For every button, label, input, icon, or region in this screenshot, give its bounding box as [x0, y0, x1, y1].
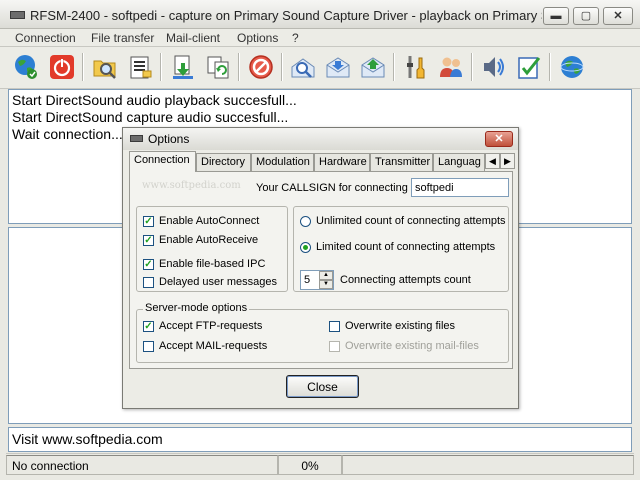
send-mail-icon[interactable] [357, 51, 389, 83]
attempts-count-label: Connecting attempts count [340, 274, 471, 286]
overwrite-files-label: Overwrite existing files [345, 320, 456, 332]
enable-ipc-option[interactable]: ✓ Enable file-based IPC [143, 258, 265, 270]
internet-globe-icon[interactable] [556, 51, 588, 83]
tab-transmitter[interactable]: Transmitter [370, 153, 433, 171]
connection-status: No connection [6, 455, 278, 475]
delayed-messages-option[interactable]: Delayed user messages [143, 276, 277, 288]
file-list-icon[interactable] [124, 51, 156, 83]
tab-modulation[interactable]: Modulation [251, 153, 314, 171]
dialog-titlebar[interactable]: Options ✕ [123, 128, 518, 150]
receive-mail-icon[interactable] [322, 51, 354, 83]
search-mail-icon[interactable] [287, 51, 319, 83]
limited-attempts-label: Limited count of connecting attempts [316, 241, 496, 253]
app-icon [10, 11, 25, 19]
attempts-value[interactable]: 5 [304, 274, 310, 286]
auto-options-group: ✓ Enable AutoConnect ✓ Enable AutoReceiv… [136, 206, 288, 292]
accept-ftp-option[interactable]: ✓ Accept FTP-requests [143, 320, 262, 332]
stepper-up-icon[interactable]: ▲ [319, 271, 333, 280]
softpedia-watermark: www.softpedia.com [142, 180, 241, 191]
overwrite-files-checkbox[interactable] [329, 320, 340, 332]
callsign-label: Your CALLSIGN for connecting [256, 182, 408, 194]
menu-help[interactable]: ? [292, 31, 299, 45]
enable-autoconnect-label: Enable AutoConnect [159, 215, 260, 227]
window-title: RFSM-2400 - softpedi - capture on Primar… [30, 8, 542, 23]
settings-icon[interactable] [400, 51, 432, 83]
tab-hardware[interactable]: Hardware [314, 153, 370, 171]
power-icon[interactable] [46, 51, 78, 83]
enable-autoreceive-label: Enable AutoReceive [159, 234, 259, 246]
toolbar-separator [238, 53, 240, 81]
dialog-title: Options [148, 132, 190, 146]
options-dialog: Options ✕ Connection Directory Modulatio… [122, 127, 519, 409]
accept-ftp-label: Accept FTP-requests [159, 320, 263, 332]
unlimited-attempts-radio[interactable] [300, 215, 311, 227]
enable-autoreceive-checkbox[interactable]: ✓ [143, 234, 154, 246]
log-line: Start DirectSound audio playback succesf… [12, 92, 297, 108]
overwrite-mail-option: Overwrite existing mail-files [329, 340, 479, 352]
limited-attempts-radio[interactable] [300, 241, 311, 253]
overwrite-mail-label: Overwrite existing mail-files [345, 340, 479, 352]
delayed-messages-checkbox[interactable] [143, 276, 154, 288]
stepper-down-icon[interactable]: ▼ [319, 280, 333, 289]
refresh-icon[interactable] [202, 51, 234, 83]
progress-status: 0% [278, 455, 342, 475]
status-empty-cell [342, 455, 634, 475]
visit-link-text[interactable]: Visit www.softpedia.com [8, 427, 632, 452]
accept-ftp-checkbox[interactable]: ✓ [143, 320, 154, 332]
callsign-input[interactable] [411, 178, 509, 197]
menu-file-transfer[interactable]: File transfer [91, 31, 154, 45]
enable-autoconnect-option[interactable]: ✓ Enable AutoConnect [143, 215, 259, 227]
minimize-button[interactable]: ▬ [543, 7, 569, 25]
accept-mail-checkbox[interactable] [143, 340, 154, 352]
toolbar-separator [160, 53, 162, 81]
tab-connection[interactable]: Connection [129, 151, 196, 172]
window-titlebar[interactable]: RFSM-2400 - softpedi - capture on Primar… [0, 0, 640, 29]
users-icon[interactable] [435, 51, 467, 83]
enable-autoreceive-option[interactable]: ✓ Enable AutoReceive [143, 234, 258, 246]
maximize-button[interactable]: ▢ [573, 7, 599, 25]
tab-scroll-right-icon[interactable]: ▶ [500, 153, 515, 169]
connection-tab-panel: www.softpedia.com Your CALLSIGN for conn… [129, 171, 513, 369]
enable-ipc-label: Enable file-based IPC [159, 258, 266, 270]
unlimited-attempts-label: Unlimited count of connecting attempts [316, 215, 506, 227]
overwrite-files-option[interactable]: Overwrite existing files [329, 320, 455, 332]
check-list-icon[interactable] [513, 51, 545, 83]
stop-icon[interactable] [245, 51, 277, 83]
accept-mail-label: Accept MAIL-requests [159, 340, 268, 352]
dialog-icon [130, 135, 143, 142]
download-icon[interactable] [167, 51, 199, 83]
tab-directory[interactable]: Directory [196, 153, 251, 171]
toolbar [0, 47, 640, 89]
delayed-messages-label: Delayed user messages [159, 276, 278, 288]
globe-connect-icon[interactable] [10, 51, 42, 83]
unlimited-attempts-option[interactable]: Unlimited count of connecting attempts [300, 215, 506, 227]
toolbar-separator [549, 53, 551, 81]
limited-attempts-option[interactable]: Limited count of connecting attempts [300, 241, 495, 253]
dialog-close-button[interactable]: ✕ [485, 131, 513, 147]
open-folder-icon[interactable] [89, 51, 121, 83]
menu-mail-client[interactable]: Mail-client [166, 31, 220, 45]
tab-language[interactable]: Languag [433, 153, 485, 171]
tab-scroll-left-icon[interactable]: ◀ [485, 153, 500, 169]
toolbar-separator [82, 53, 84, 81]
close-button[interactable]: Close [286, 375, 359, 398]
enable-autoconnect-checkbox[interactable]: ✓ [143, 215, 154, 227]
menu-bar: Connection File transfer Mail-client Opt… [0, 29, 640, 47]
toolbar-separator [471, 53, 473, 81]
close-window-button[interactable]: ✕ [603, 7, 633, 25]
menu-connection[interactable]: Connection [15, 31, 76, 45]
accept-mail-option[interactable]: Accept MAIL-requests [143, 340, 267, 352]
log-line: Start DirectSound capture audio succesfu… [12, 109, 289, 125]
toolbar-separator [393, 53, 395, 81]
sound-icon[interactable] [478, 51, 510, 83]
status-bar: No connection 0% [6, 453, 634, 475]
server-mode-caption: Server-mode options [143, 302, 250, 314]
attempts-group: Unlimited count of connecting attempts L… [293, 206, 509, 292]
menu-options[interactable]: Options [237, 31, 278, 45]
attempts-stepper[interactable]: 5 ▲ ▼ [300, 270, 334, 290]
overwrite-mail-checkbox [329, 340, 340, 352]
enable-ipc-checkbox[interactable]: ✓ [143, 258, 154, 270]
toolbar-separator [281, 53, 283, 81]
server-mode-group: Server-mode options ✓ Accept FTP-request… [136, 302, 509, 363]
